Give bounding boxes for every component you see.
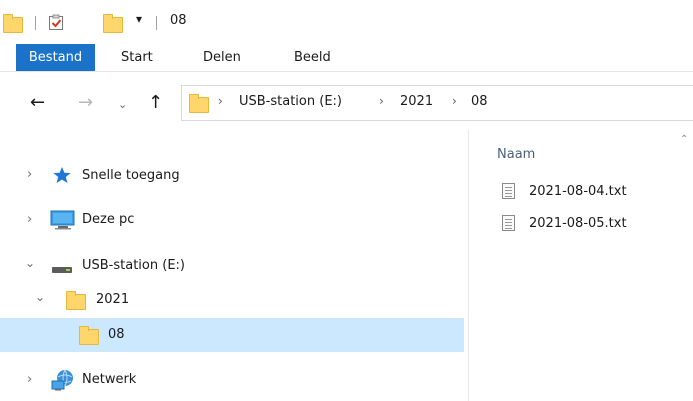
breadcrumb-2021[interactable]: 2021 (400, 94, 433, 109)
ribbon-tabs: Bestand Start Delen Beeld (0, 44, 693, 72)
separator (35, 16, 36, 30)
tree-item-netwerk[interactable]: › Netwerk (0, 364, 464, 396)
chevron-right-icon[interactable]: › (379, 94, 384, 108)
tree-item-08[interactable]: 08 (0, 318, 464, 352)
chevron-down-icon[interactable]: ⌄ (35, 290, 45, 304)
text-file-icon (502, 215, 515, 231)
computer-icon (50, 210, 76, 230)
column-header-naam[interactable]: Naam (497, 147, 535, 162)
tab-bestand[interactable]: Bestand (16, 44, 95, 71)
pane-splitter[interactable] (468, 130, 469, 401)
chevron-right-icon[interactable]: › (27, 167, 32, 182)
chevron-right-icon[interactable]: › (27, 372, 32, 387)
chevron-right-icon[interactable]: › (452, 94, 457, 108)
tree-item-usb-station[interactable]: ⌄ USB-station (E:) (0, 250, 464, 282)
network-icon (51, 369, 75, 391)
tree-item-label: 08 (108, 327, 125, 342)
breadcrumb-usb-station[interactable]: USB-station (E:) (239, 94, 342, 109)
up-button[interactable]: ↑ (148, 94, 163, 112)
recent-locations-button[interactable]: ⌄ (118, 96, 127, 114)
folder-icon (3, 14, 23, 33)
address-bar[interactable]: › USB-station (E:) › 2021 › 08 (181, 85, 693, 121)
star-icon (52, 166, 72, 184)
tree-item-snelle-toegang[interactable]: › Snelle toegang (0, 160, 464, 192)
folder-icon (189, 94, 209, 113)
title-bar: ▾ 08 (0, 0, 693, 44)
usb-drive-icon (51, 263, 73, 273)
file-name: 2021-08-04.txt (529, 184, 627, 199)
tree-item-2021[interactable]: ⌄ 2021 (0, 284, 464, 316)
forward-arrow-icon: → (78, 92, 94, 113)
tree-item-deze-pc[interactable]: › Deze pc (0, 204, 464, 236)
properties-icon[interactable] (48, 14, 65, 31)
breadcrumb-08[interactable]: 08 (471, 94, 488, 109)
tree-item-label: 2021 (96, 292, 130, 307)
sort-indicator-icon: ⌃ (680, 134, 689, 145)
tree-item-label: Snelle toegang (82, 168, 180, 183)
up-arrow-icon: ↑ (148, 92, 164, 113)
tree-item-label: Deze pc (82, 212, 135, 227)
separator (156, 16, 157, 30)
chevron-down-icon[interactable]: ⌄ (25, 256, 35, 270)
tab-start[interactable]: Start (121, 44, 153, 71)
text-file-icon (502, 183, 515, 199)
folder-icon (66, 291, 86, 310)
tab-delen[interactable]: Delen (203, 44, 241, 71)
back-arrow-icon: ← (30, 92, 46, 113)
chevron-right-icon[interactable]: › (27, 212, 32, 227)
window-title: 08 (170, 13, 187, 28)
back-button[interactable]: ← (30, 94, 45, 112)
new-folder-icon[interactable] (103, 14, 123, 33)
folder-icon (79, 326, 99, 345)
tree-item-label: USB-station (E:) (82, 258, 185, 273)
chevron-right-icon[interactable]: › (218, 94, 223, 108)
quick-access-dropdown[interactable]: ▾ (136, 12, 142, 26)
chevron-down-icon: ⌄ (118, 98, 128, 111)
tree-item-label: Netwerk (82, 372, 137, 387)
file-name: 2021-08-05.txt (529, 216, 627, 231)
forward-button[interactable]: → (78, 94, 93, 112)
tab-beeld[interactable]: Beeld (294, 44, 331, 71)
